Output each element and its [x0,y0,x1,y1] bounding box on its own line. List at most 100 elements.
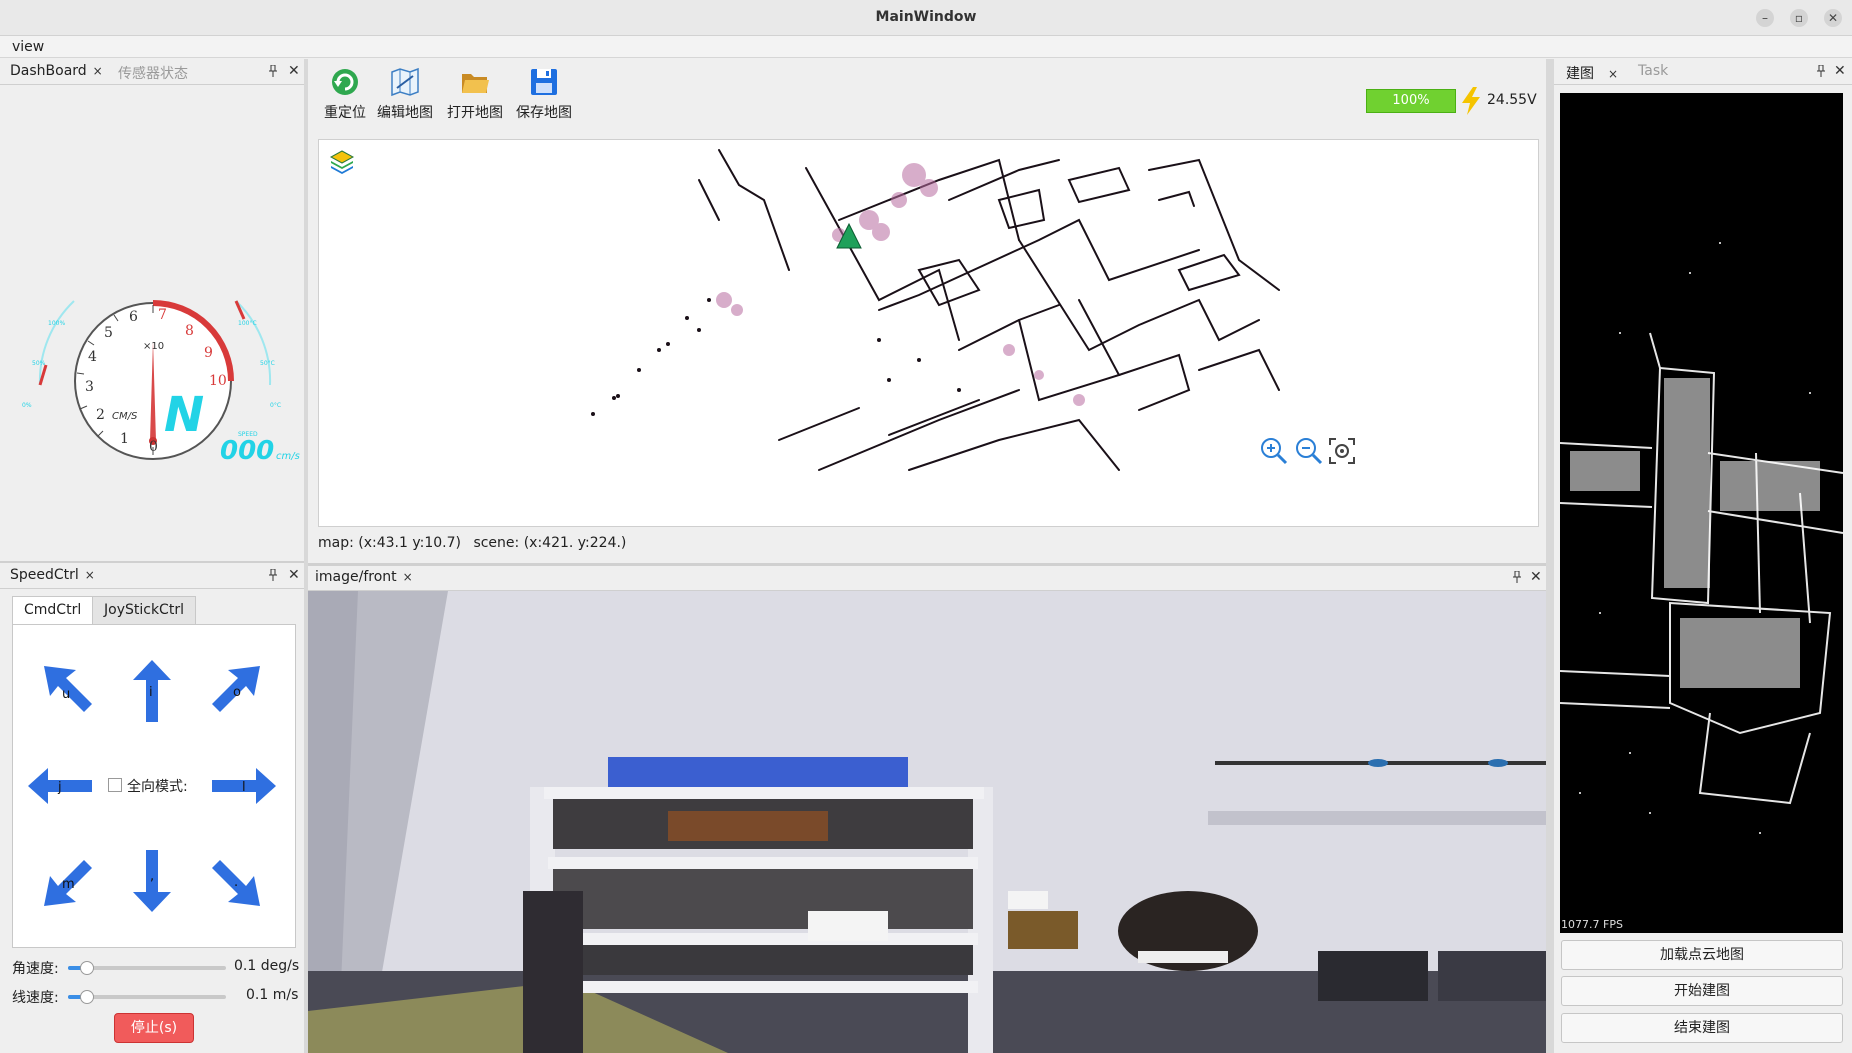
gauge-tick-7: 7 [158,307,167,323]
relocate-label: 重定位 [324,105,366,121]
close-icon[interactable]: × [403,570,413,584]
save-icon [531,69,557,95]
linear-speed-label: 线速度: [12,990,59,1006]
dock-close-icon[interactable]: ✕ [1834,63,1846,79]
relocate-button[interactable]: 重定位 [315,66,375,122]
linear-speed-slider[interactable] [68,990,226,1004]
key-i-label: i [149,685,153,700]
linear-speed-handle[interactable] [80,990,94,1004]
gauge-tick-8: 8 [185,323,194,339]
zoom-out-icon[interactable] [1294,436,1324,466]
arrow-up-button[interactable]: i [117,656,187,726]
arrow-up-left-button[interactable]: u [34,656,104,726]
arrow-down-button[interactable]: , [117,846,187,916]
subtab-joystickctrl[interactable]: JoyStickCtrl [92,596,196,624]
speed-value: 000 [220,436,274,466]
omni-mode-checkbox[interactable] [108,778,122,792]
close-icon[interactable]: × [93,64,103,78]
close-icon[interactable]: × [1608,67,1618,81]
gear-indicator: N [164,387,204,443]
speed-unit: cm/s [276,451,300,462]
linear-speed-value: 0.1 m/s [246,987,299,1003]
key-j-label: j [57,780,62,795]
close-window-button[interactable]: ✕ [1824,9,1842,27]
left-arc-label-0: 0% [22,402,32,409]
save-map-button[interactable]: 保存地图 [514,66,574,122]
gauge-tick-0: 0 [149,439,158,455]
pointcloud-render [1560,242,1843,834]
gauge-tick-6: 6 [129,309,138,325]
end-mapping-button[interactable]: 结束建图 [1561,1013,1843,1043]
voltage-label: 24.55V [1487,92,1537,108]
omni-mode-label: 全向模式: [127,779,188,795]
edit-map-label: 编辑地图 [377,105,433,121]
pin-icon[interactable] [268,64,278,80]
tab-dashboard[interactable]: DashBoard × [10,63,103,79]
map-view[interactable] [318,139,1539,527]
arrow-up-right-button[interactable]: o [200,656,270,726]
map-status-bar: map: (x:43.1 y:10.7) scene: (x:421. y:22… [318,535,626,551]
linear-speed-row: 线速度: 0.1 m/s [12,985,302,1007]
open-map-button[interactable]: 打开地图 [445,66,505,122]
arrow-down-right-button[interactable]: . [200,846,270,916]
tab-speedctrl[interactable]: SpeedCtrl × [10,567,95,583]
scene-coordinates: scene: (x:421. y:224.) [473,535,627,551]
key-m-label: m [62,877,75,892]
gauge-tick-3: 3 [85,379,94,395]
arrow-left-button[interactable]: j [26,751,96,821]
recenter-icon[interactable] [1327,436,1357,466]
dock-close-icon[interactable]: ✕ [1530,569,1542,585]
angular-speed-handle[interactable] [80,961,94,975]
dashboard-dock: DashBoard × 传感器状态 ✕ 0 1 2 3 4 5 6 7 8 9 … [0,59,304,563]
maximize-button[interactable]: ▫ [1790,9,1808,27]
close-icon[interactable]: × [85,568,95,582]
tab-sensor-status[interactable]: 传感器状态 [118,63,188,83]
key-o-label: o [233,685,241,700]
mapping-dock-header: 建图 × Task ✕ [1554,59,1852,85]
splitter-right[interactable] [1546,59,1554,1053]
menu-view[interactable]: view [12,39,44,55]
key-l-label: l [242,780,246,795]
pointcloud-view[interactable] [1560,93,1843,933]
folder-open-icon [462,74,489,93]
arrow-down-left-button[interactable]: m [34,846,104,916]
dock-close-icon[interactable]: ✕ [288,63,300,79]
subtab-cmdctrl[interactable]: CmdCtrl [12,596,94,624]
image-dock-header: image/front × ✕ [308,566,1546,591]
occupancy-map [591,149,1280,471]
start-mapping-button[interactable]: 开始建图 [1561,976,1843,1006]
dock-close-icon[interactable]: ✕ [288,567,300,583]
left-arc-label-100: 100% [48,320,65,327]
gauge-multiplier: ×10 [143,341,164,352]
key-comma-label: , [150,869,154,884]
layers-icon[interactable] [329,148,355,174]
tab-image-front-label: image/front [315,569,397,585]
edit-map-button[interactable]: 编辑地图 [375,66,435,122]
tab-mapping[interactable]: 建图 × [1566,63,1618,83]
stop-button[interactable]: 停止(s) [114,1013,194,1043]
load-pointcloud-map-button[interactable]: 加载点云地图 [1561,940,1843,970]
edit-map-icon [391,67,419,97]
arrow-right-button[interactable]: l [208,751,278,821]
minimize-button[interactable]: – [1756,9,1774,27]
right-arc-label-0: 0°C [270,402,281,409]
tab-dashboard-label: DashBoard [10,63,87,79]
angular-speed-slider[interactable] [68,961,226,975]
speed-gauge: 0 1 2 3 4 5 6 7 8 9 10 ×10 CM/S 100% 50%… [8,269,308,489]
speedctrl-dock-header: SpeedCtrl × ✕ [0,563,304,589]
angular-speed-value: 0.1 deg/s [234,958,300,974]
camera-feed [308,591,1546,1053]
map-coordinates: map: (x:43.1 y:10.7) [318,535,461,551]
right-arc-label-50: 50°C [260,360,275,367]
tab-image-front[interactable]: image/front × [315,569,413,585]
speedctrl-subtabs: CmdCtrl JoyStickCtrl [12,596,296,626]
key-period-label: . [234,875,238,890]
key-u-label: u [62,687,70,702]
pin-icon[interactable] [1816,64,1826,80]
title-bar: MainWindow – ▫ ✕ [0,0,1852,36]
zoom-in-icon[interactable] [1259,436,1289,466]
tab-task[interactable]: Task [1638,63,1668,79]
pin-icon[interactable] [268,568,278,584]
angular-speed-row: 角速度: 0.1 deg/s [12,956,302,978]
pin-icon[interactable] [1512,570,1522,586]
